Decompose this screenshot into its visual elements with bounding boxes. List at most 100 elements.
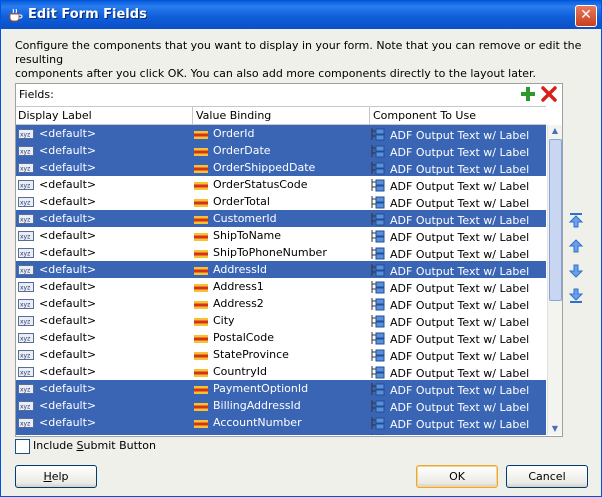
value-binding-cell[interactable]: StateProvince (194, 348, 289, 361)
delete-icon[interactable] (541, 86, 557, 102)
display-label-cell[interactable]: xyz<default> (18, 382, 96, 395)
value-binding-cell[interactable]: Address1 (194, 280, 264, 293)
move-up-icon[interactable] (567, 237, 585, 255)
table-row[interactable]: xyz <default> ShipToPhoneNumber ADF Output … (16, 244, 546, 261)
value-binding-cell[interactable]: ShipToPhoneNumber (194, 246, 327, 259)
component-cell[interactable]: ADF Output Text w/ Label (371, 246, 529, 261)
svg-text:xyz: xyz (20, 149, 30, 156)
component-cell[interactable]: ADF Output Text w/ Label (371, 127, 529, 142)
display-label-cell[interactable]: xyz<default> (18, 416, 96, 429)
component-cell[interactable]: ADF Output Text w/ Label (371, 144, 529, 159)
table-row[interactable]: xyz <default> CountryId ADF Output Text w/ … (16, 363, 546, 380)
component-cell[interactable]: ADF Output Text w/ Label (371, 280, 529, 295)
display-label-cell[interactable]: xyz<default> (18, 314, 96, 327)
ok-button[interactable]: OK (416, 465, 498, 488)
display-label-cell[interactable]: xyz<default> (18, 348, 96, 361)
display-label-cell[interactable]: xyz<default> (18, 263, 96, 276)
value-binding-cell[interactable]: ShipToName (194, 229, 281, 242)
table-row[interactable]: xyz <default> OrderStatusCode ADF Output Te… (16, 176, 546, 193)
scroll-down-icon[interactable]: ▼ (548, 423, 562, 435)
include-submit-checkbox[interactable] (15, 439, 30, 454)
table-row[interactable]: xyz <default> OrderId ADF Output Text w/ La… (16, 125, 546, 142)
table-row[interactable]: xyz <default> City ADF Output Text w/ Label (16, 312, 546, 329)
display-label-cell[interactable]: xyz<default> (18, 246, 96, 259)
close-button[interactable]: ✕ (575, 5, 597, 27)
value-binding-cell[interactable]: CardTypeCode (194, 433, 292, 435)
component-cell[interactable]: ADF Output Text w/ Label (371, 229, 529, 244)
value-binding-cell[interactable]: CustomerId (194, 212, 277, 225)
component-cell[interactable]: ADF Output Text w/ Label (371, 365, 529, 380)
component-cell[interactable]: ADF Output Text w/ Label (371, 348, 529, 363)
component-cell[interactable]: ADF Output Text w/ Label (371, 212, 529, 227)
display-label-cell[interactable]: xyz<default> (18, 178, 96, 191)
display-label-cell[interactable]: xyz<default> (18, 229, 96, 242)
component-cell[interactable]: ADF Output Text w/ Label (371, 382, 529, 397)
value-binding-cell[interactable]: OrderTotal (194, 195, 270, 208)
display-label-cell[interactable]: xyz<default> (18, 161, 96, 174)
help-button[interactable]: Help (15, 465, 97, 488)
display-label-cell[interactable]: xyz<default> (18, 212, 96, 225)
display-label-cell[interactable]: xyz<default> (18, 433, 96, 435)
value-binding-cell[interactable]: Address2 (194, 297, 264, 310)
component-cell[interactable]: ADF Output Text w/ Label (371, 433, 529, 435)
column-value-binding[interactable]: Value Binding (196, 109, 271, 122)
value-binding-cell[interactable]: PostalCode (194, 331, 274, 344)
table-row[interactable]: xyz <default> BillingAddressId ADF Output T… (16, 397, 546, 414)
move-bottom-icon[interactable] (567, 287, 585, 305)
value-binding-cell[interactable]: City (194, 314, 235, 327)
cancel-button[interactable]: Cancel (506, 465, 588, 488)
table-row[interactable]: xyz <default> Address2 ADF Output Text w/ L… (16, 295, 546, 312)
vertical-scrollbar[interactable]: ▲ ▼ (547, 125, 562, 435)
component-cell[interactable]: ADF Output Text w/ Label (371, 331, 529, 346)
value-binding-cell[interactable]: OrderStatusCode (194, 178, 307, 191)
table-row[interactable]: xyz <default> AccountNumber ADF Output Text… (16, 414, 546, 431)
table-row[interactable]: xyz <default> OrderTotal ADF Output Text w/… (16, 193, 546, 210)
value-binding-cell[interactable]: OrderDate (194, 144, 271, 157)
display-label-cell[interactable]: xyz<default> (18, 144, 96, 157)
table-row[interactable]: xyz <default> OrderShippedDate ADF Output T… (16, 159, 546, 176)
title-bar[interactable]: Edit Form Fields ✕ (1, 1, 601, 29)
move-down-icon[interactable] (567, 262, 585, 280)
value-binding-cell[interactable]: AddressId (194, 263, 267, 276)
component-cell[interactable]: ADF Output Text w/ Label (371, 297, 529, 312)
value-binding-cell[interactable]: OrderId (194, 127, 255, 140)
value-binding-cell[interactable]: PaymentOptionId (194, 382, 308, 395)
value-binding-cell[interactable]: CountryId (194, 365, 267, 378)
component-cell[interactable]: ADF Output Text w/ Label (371, 195, 529, 210)
component-cell[interactable]: ADF Output Text w/ Label (371, 178, 529, 193)
attribute-icon (194, 420, 208, 428)
table-row[interactable]: xyz <default> ShipToName ADF Output Text w/… (16, 227, 546, 244)
table-row[interactable]: xyz <default> PostalCode ADF Output Text w/… (16, 329, 546, 346)
value-binding-cell[interactable]: AccountNumber (194, 416, 302, 429)
component-cell[interactable]: ADF Output Text w/ Label (371, 314, 529, 329)
plus-icon[interactable] (520, 86, 536, 102)
table-row[interactable]: xyz <default> AddressId ADF Output Text w/ … (16, 261, 546, 278)
component-cell[interactable]: ADF Output Text w/ Label (371, 161, 529, 176)
value-binding-cell[interactable]: BillingAddressId (194, 399, 301, 412)
output-text-icon (371, 366, 385, 379)
table-row[interactable]: xyz <default> PaymentOptionId ADF Output Te… (16, 380, 546, 397)
column-component-to-use[interactable]: Component To Use (373, 109, 476, 122)
table-row[interactable]: xyz <default> OrderDate ADF Output Text w/ … (16, 142, 546, 159)
table-row[interactable]: xyz <default> Address1 ADF Output Text w/ L… (16, 278, 546, 295)
display-label-cell[interactable]: xyz<default> (18, 297, 96, 310)
display-label-cell[interactable]: xyz<default> (18, 365, 96, 378)
display-label-cell[interactable]: xyz<default> (18, 195, 96, 208)
table-row[interactable]: xyz <default> CustomerId ADF Output Text w/… (16, 210, 546, 227)
display-label-cell[interactable]: xyz<default> (18, 331, 96, 344)
display-label-cell[interactable]: xyz<default> (18, 127, 96, 140)
table-row[interactable]: xyz<default> CardTypeCode ADF Output Text … (16, 431, 546, 435)
include-submit-label[interactable]: Include Submit Button (33, 439, 156, 452)
table-row[interactable]: xyz <default> StateProvince ADF Output Text… (16, 346, 546, 363)
component-cell[interactable]: ADF Output Text w/ Label (371, 416, 529, 431)
scroll-up-icon[interactable]: ▲ (548, 125, 562, 137)
component-cell[interactable]: ADF Output Text w/ Label (371, 263, 529, 278)
scrollbar-thumb[interactable] (549, 139, 562, 301)
move-top-icon[interactable] (567, 211, 585, 229)
column-display-label[interactable]: Display Label (18, 109, 92, 122)
display-label-cell[interactable]: xyz<default> (18, 280, 96, 293)
display-label-cell[interactable]: xyz<default> (18, 399, 96, 412)
value-binding-cell[interactable]: OrderShippedDate (194, 161, 315, 174)
text-field-icon: xyz (18, 265, 34, 275)
component-cell[interactable]: ADF Output Text w/ Label (371, 399, 529, 414)
